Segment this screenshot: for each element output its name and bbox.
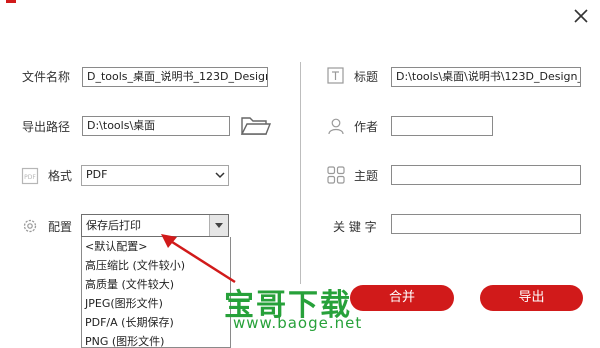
column-divider: [300, 62, 301, 284]
grid-icon: [327, 166, 345, 184]
format-label: 格式: [48, 169, 73, 183]
close-icon[interactable]: [573, 8, 589, 24]
user-icon: [327, 117, 345, 135]
pdf-icon: PDF: [21, 167, 39, 185]
filename-field[interactable]: D_tools_桌面_说明书_123D_Design_32: [82, 67, 268, 87]
subject-field[interactable]: [391, 165, 581, 185]
author-field[interactable]: [391, 116, 493, 136]
folder-icon[interactable]: [240, 113, 272, 137]
keywords-label: 关 键 字: [333, 220, 377, 234]
keywords-field[interactable]: [391, 214, 581, 234]
annotation-arrow: [161, 234, 236, 284]
dropdown-option[interactable]: PNG (图形文件): [82, 332, 230, 347]
format-select[interactable]: PDF: [81, 165, 229, 186]
export-path-label: 导出路径: [22, 120, 71, 134]
export-button[interactable]: 导出: [480, 285, 583, 311]
text-icon: [327, 67, 344, 84]
dropdown-option[interactable]: JPEG(图形文件): [82, 294, 230, 313]
title-label: 标题: [354, 70, 379, 84]
watermark-url: www.baoge.net: [233, 314, 363, 332]
config-selected-value: 保存后打印: [86, 219, 141, 232]
format-selected-value: PDF: [86, 168, 108, 181]
title-accent-bar: [6, 0, 16, 3]
chevron-down-icon: [215, 172, 225, 179]
config-label: 配置: [48, 220, 73, 234]
dropdown-option[interactable]: PDF/A (长期保存): [82, 313, 230, 332]
title-field[interactable]: D:\tools\桌面\说明书\123D_Design_32_: [391, 67, 581, 87]
author-label: 作者: [354, 120, 379, 134]
filename-label: 文件名称: [22, 70, 71, 84]
export-path-field[interactable]: D:\tools\桌面: [82, 116, 230, 136]
gear-icon: [21, 217, 39, 235]
merge-button[interactable]: 合并: [350, 285, 454, 311]
svg-text:PDF: PDF: [24, 174, 36, 181]
subject-label: 主题: [354, 169, 379, 183]
